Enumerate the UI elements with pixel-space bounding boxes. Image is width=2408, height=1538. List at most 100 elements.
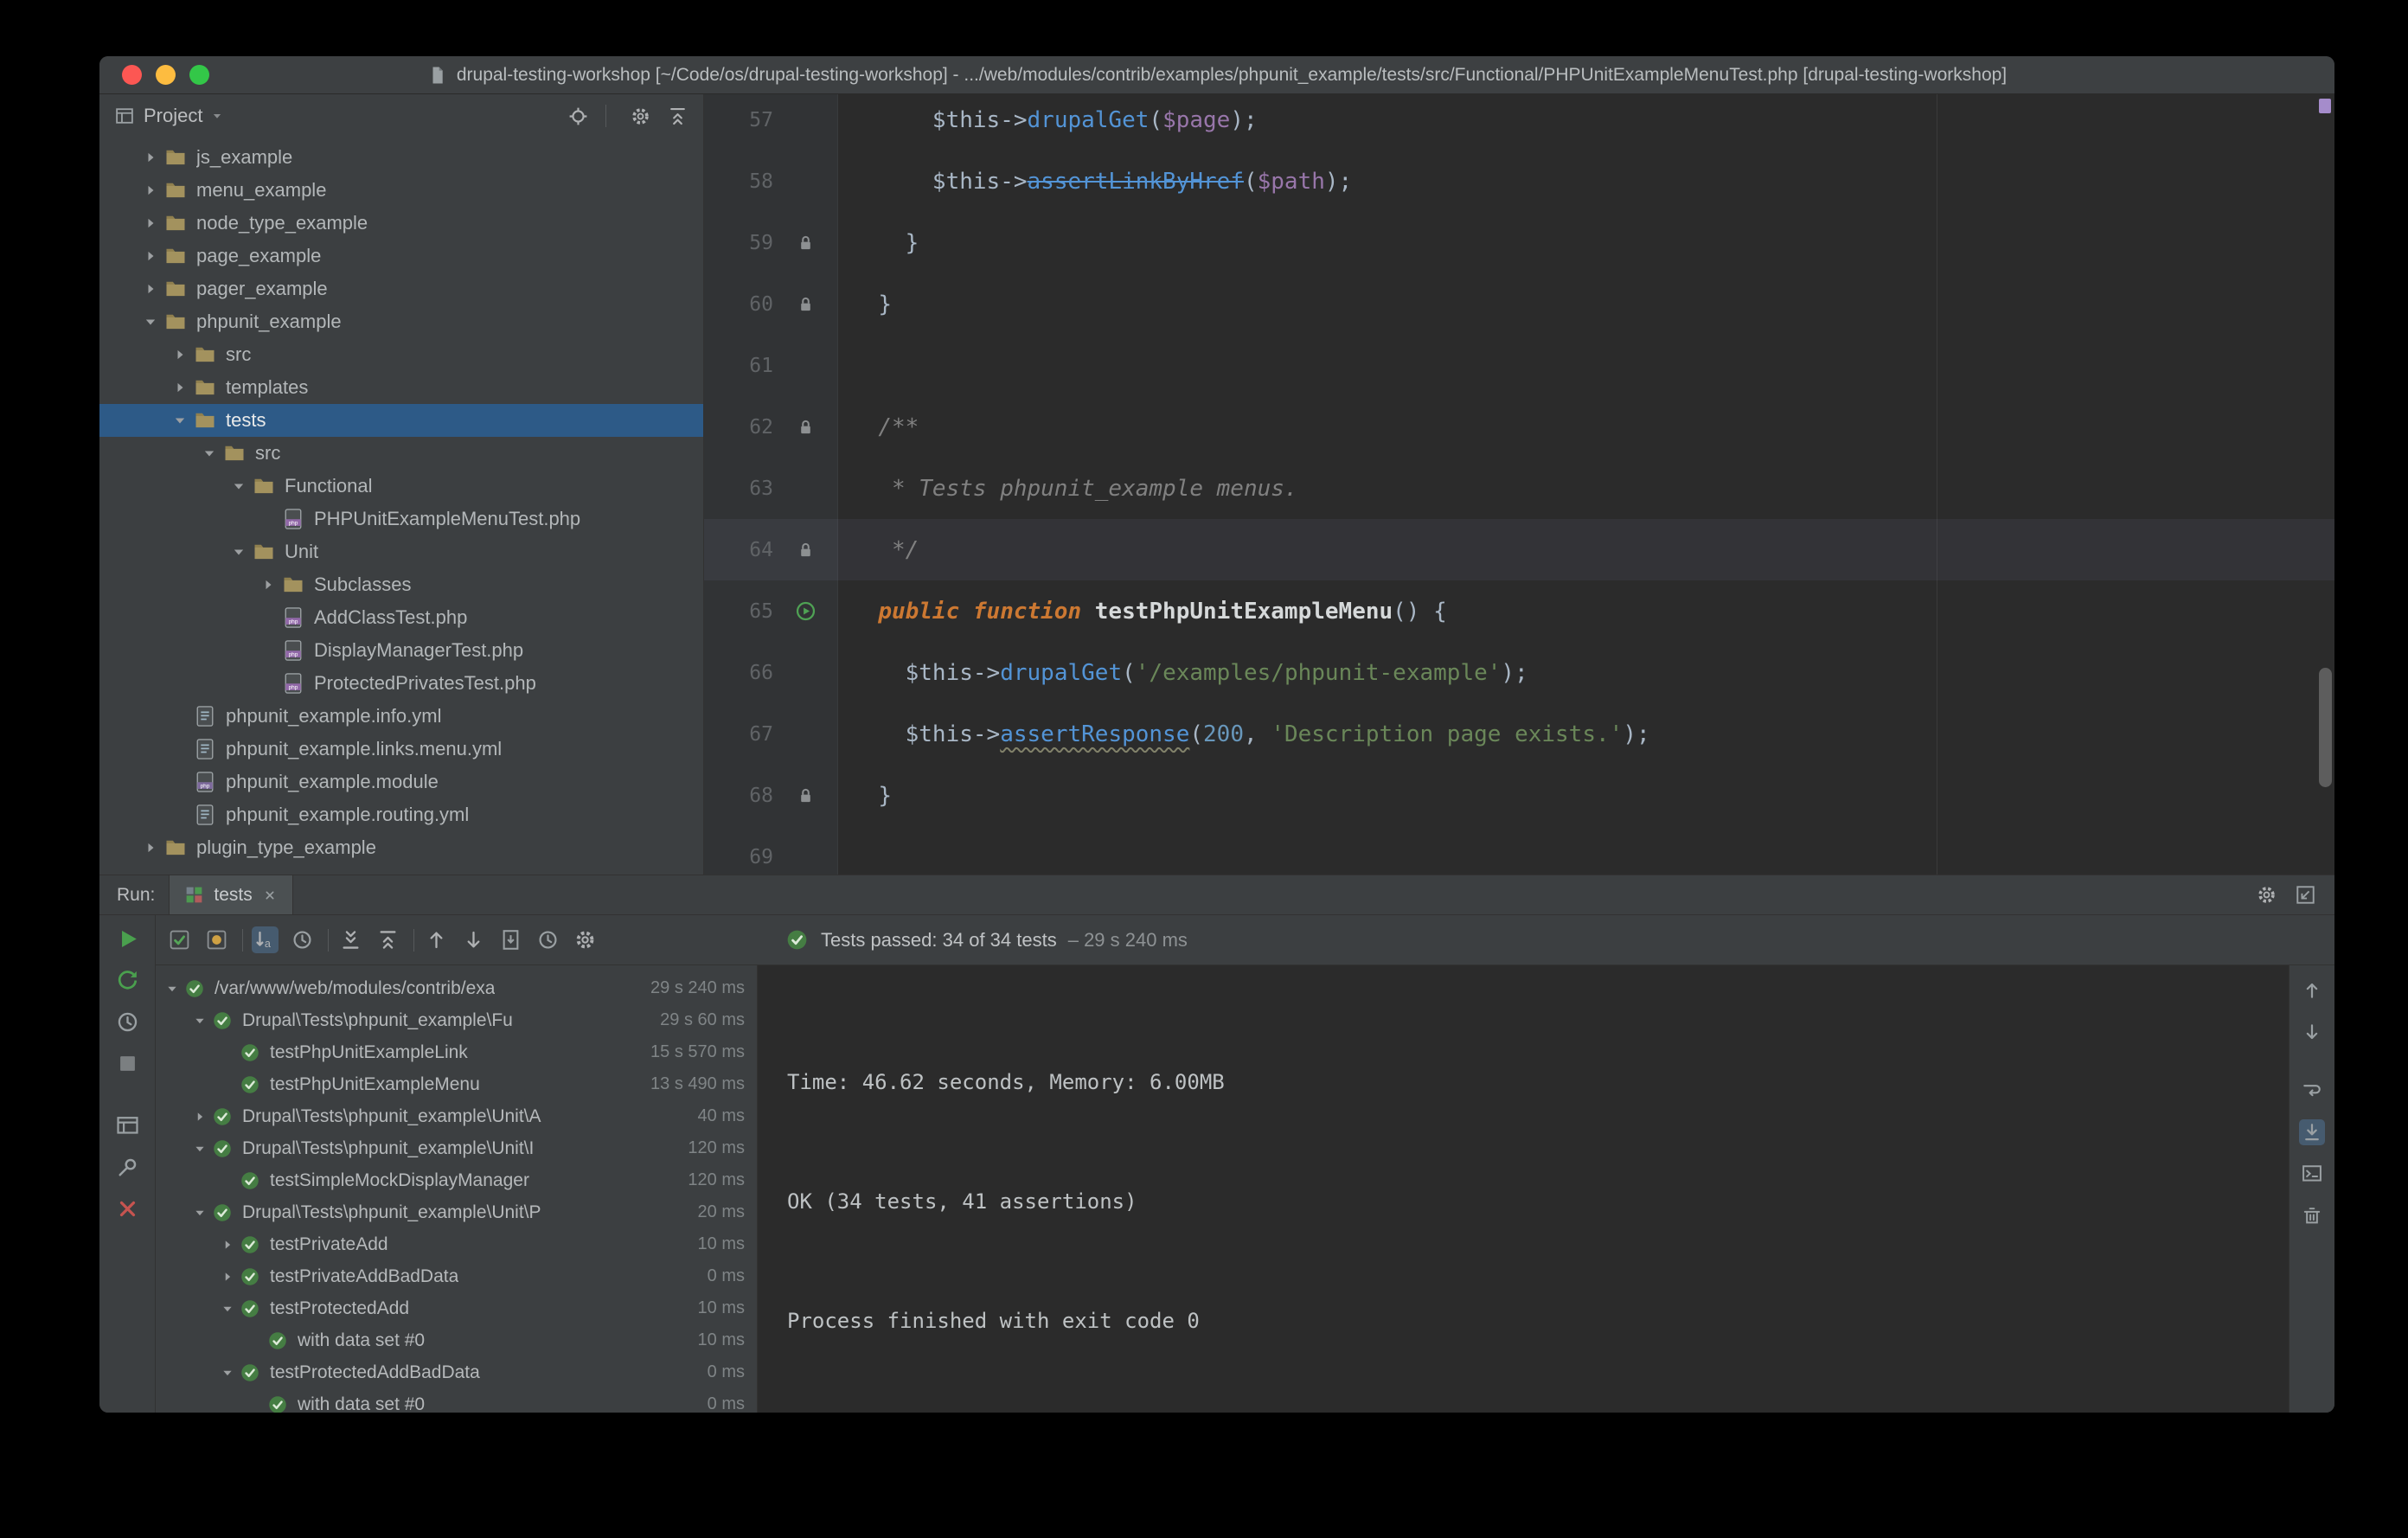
next-failed-icon[interactable] [460,926,487,953]
test-tree-item[interactable]: with data set #0 10 ms [156,1324,757,1356]
chevron-down-icon[interactable] [167,407,193,433]
project-tree-item[interactable]: phpunit_example [99,305,703,338]
code-line[interactable]: 58 $this->assertLinkByHref($path); [704,151,2334,212]
fold-marker-icon[interactable] [784,538,827,561]
test-tree-item[interactable]: testPrivateAddBadData 0 ms [156,1260,757,1292]
project-tree-item[interactable]: phpunit_example.links.menu.yml [99,733,703,766]
expand-all-icon[interactable] [337,926,364,953]
chevron-right-icon[interactable] [138,835,163,861]
code-line[interactable]: 69 [704,826,2334,875]
collapse-all-icon[interactable] [375,926,401,953]
test-tree-item[interactable]: testSimpleMockDisplayManager 120 ms [156,1164,757,1196]
project-tree-item[interactable]: Subclasses [99,568,703,601]
chevron-down-icon[interactable] [216,1298,239,1320]
soft-wrap-icon[interactable] [2299,1078,2325,1104]
sort-by-duration-icon[interactable] [289,926,316,953]
run-tab-tests[interactable]: tests [169,875,293,914]
project-tree-item[interactable]: php AddClassTest.php [99,601,703,634]
project-tree-item[interactable]: Unit [99,535,703,568]
chevron-down-icon[interactable] [189,1009,211,1032]
code-line[interactable]: 59 } [704,212,2334,273]
test-tree-item[interactable]: Drupal\Tests\phpunit_example\Unit\P 20 ms [156,1196,757,1228]
test-tree-item[interactable]: testProtectedAddBadData 0 ms [156,1356,757,1388]
close-icon[interactable] [114,1195,141,1222]
project-tree-item[interactable]: node_type_example [99,207,703,240]
test-tree-item[interactable]: testPrivateAdd 10 ms [156,1228,757,1260]
project-tree-item[interactable]: js_example [99,141,703,174]
test-tree-item[interactable]: Drupal\Tests\phpunit_example\Fu 29 s 60 m… [156,1004,757,1036]
chevron-right-icon[interactable] [255,572,281,598]
test-tree-item[interactable]: testPhpUnitExampleLink 15 s 570 ms [156,1036,757,1068]
chevron-right-icon[interactable] [167,342,193,368]
chevron-down-icon[interactable] [196,440,222,466]
chevron-down-icon[interactable] [189,1202,211,1224]
project-tree-item[interactable]: plugin_type_example [99,831,703,864]
chevron-right-icon[interactable] [216,1266,239,1288]
chevron-right-icon[interactable] [138,276,163,302]
chevron-down-icon[interactable] [210,109,224,123]
project-tree-item[interactable]: page_example [99,240,703,272]
run-settings-gear-icon[interactable] [2255,883,2278,907]
chevron-down-icon[interactable] [189,1137,211,1160]
code-line[interactable]: 65 public function testPhpUnitExampleMen… [704,580,2334,642]
chevron-down-icon[interactable] [216,1362,239,1384]
clear-all-icon[interactable] [2299,1202,2325,1228]
project-tree-item[interactable]: pager_example [99,272,703,305]
code-editor[interactable]: 57 $this->drupalGet($page); 58 $this->ass… [704,94,2334,875]
project-tree-item[interactable]: phpunit_example.info.yml [99,700,703,733]
project-tree-item[interactable]: menu_example [99,174,703,207]
chevron-down-icon[interactable] [226,473,252,499]
test-tree-item[interactable]: with data set #0 0 ms [156,1388,757,1413]
show-ignored-icon[interactable] [203,926,230,953]
rerun-failed-icon[interactable] [114,967,141,994]
auto-test-icon[interactable] [114,1009,141,1035]
project-tree-item[interactable]: src [99,338,703,371]
code-line[interactable]: 60 } [704,273,2334,335]
chevron-down-icon[interactable] [138,309,163,335]
run-test-icon[interactable] [784,599,827,623]
project-tree-item[interactable]: phpunit_example.routing.yml [99,798,703,831]
project-tree-item[interactable]: php phpunit_example.module [99,766,703,798]
tab-close-icon[interactable] [261,887,279,904]
show-passed-icon[interactable] [166,926,193,953]
import-results-icon[interactable] [497,926,524,953]
chevron-right-icon[interactable] [216,1234,239,1256]
chevron-right-icon[interactable] [138,210,163,236]
code-line[interactable]: 62 /** [704,396,2334,458]
code-line[interactable]: 57 $this->drupalGet($page); [704,94,2334,151]
scroll-down-icon[interactable] [2299,1019,2325,1045]
project-panel-title[interactable]: Project [144,105,202,127]
chevron-right-icon[interactable] [138,243,163,269]
scroll-up-icon[interactable] [2299,977,2325,1003]
console-settings-icon[interactable] [2299,1161,2325,1187]
locate-file-icon[interactable] [567,105,590,128]
fold-marker-icon[interactable] [784,415,827,439]
fold-marker-icon[interactable] [784,231,827,254]
test-tree-item[interactable]: Drupal\Tests\phpunit_example\Unit\A 40 ms [156,1100,757,1132]
test-tree-item[interactable]: testProtectedAdd 10 ms [156,1292,757,1324]
console-output[interactable]: Time: 46.62 seconds, Memory: 6.00MB OK (… [758,965,2289,1413]
run-icon[interactable] [114,926,141,952]
chevron-right-icon[interactable] [189,1105,211,1128]
minimize-window-button[interactable] [156,65,176,85]
test-tree-item[interactable]: Drupal\Tests\phpunit_example\Unit\I 120 m… [156,1132,757,1164]
chevron-down-icon[interactable] [226,539,252,565]
project-tree-item[interactable]: templates [99,371,703,404]
restore-layout-icon[interactable] [114,1112,141,1139]
scroll-to-end-icon[interactable] [2299,1119,2325,1145]
chevron-right-icon[interactable] [138,177,163,203]
previous-failed-icon[interactable] [423,926,450,953]
chevron-right-icon[interactable] [167,375,193,401]
run-options-gear-icon[interactable] [572,926,599,953]
code-line[interactable]: 67 $this->assertResponse(200, 'Descripti… [704,703,2334,765]
titlebar[interactable]: drupal-testing-workshop [~/Code/os/drupa… [99,56,2334,94]
zoom-window-button[interactable] [189,65,209,85]
project-tree-item[interactable]: tests [99,404,703,437]
pin-tab-icon[interactable] [114,1154,141,1181]
code-line[interactable]: 66 $this->drupalGet('/examples/phpunit-e… [704,642,2334,703]
code-line[interactable]: 68 } [704,765,2334,826]
project-tree-item[interactable]: php DisplayManagerTest.php [99,634,703,667]
test-tree-item[interactable]: /var/www/web/modules/contrib/exa 29 s 240… [156,972,757,1004]
code-line[interactable]: 64 */ [704,519,2334,580]
close-window-button[interactable] [122,65,142,85]
